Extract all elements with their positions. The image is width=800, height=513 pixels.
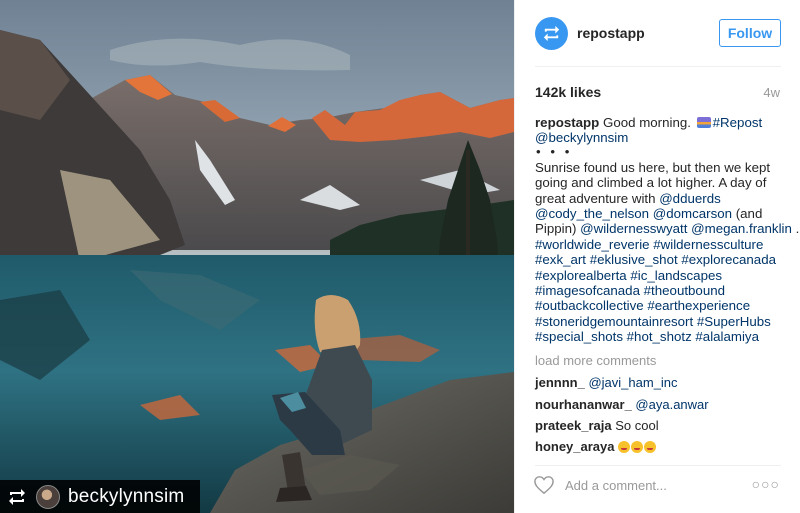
caption-text: . [791,221,800,237]
comment-item: honey_araya [535,439,657,454]
mention-link[interactable]: @megan.franklin [691,221,792,236]
caption-body: Sunrise found us here, but then we kept g… [535,160,799,345]
comment-item: prateek_raja So cool [535,418,659,433]
add-comment-input[interactable] [565,474,755,496]
comment-username[interactable]: jennnn_ [535,375,585,390]
hashtag-link[interactable]: #exk_art #eklusive_shot #explorecanada [535,252,776,267]
post-author-username[interactable]: repostapp [577,25,645,41]
caption-line: #stoneridgemountainresort #SuperHubs [535,314,785,329]
header-divider [535,66,781,67]
post-details-panel: repostapp Follow 142k likes 4w repostapp… [514,0,800,513]
repost-attribution-banner: beckylynnsim [0,480,200,513]
heart-outline-icon[interactable] [533,475,555,495]
hashtag-link[interactable]: #explorealberta #ic_landscapes [535,268,722,283]
caption-text: Pippin) [535,221,581,237]
comment-username[interactable]: prateek_raja [535,418,612,433]
hashtag-link[interactable]: #special_shots #hot_shotz #alalamiya [535,329,759,344]
caption-line: #explorealberta #ic_landscapes [535,268,785,283]
comment-username[interactable]: honey_araya [535,439,615,454]
caption-line: #worldwide_reverie #wildernessculture [535,237,785,252]
comment-mention[interactable]: @javi_ham_inc [588,375,677,390]
caption-separator-dots: • • • [536,143,573,159]
caption-line: Pippin) @wildernesswyatt @megan.franklin… [535,221,799,237]
likes-count[interactable]: 142k likes [535,84,601,100]
comment-item: nourhananwar_ @aya.anwar [535,397,709,412]
caption-line: @cody_the_nelson @domcarson (and [535,206,785,221]
caption-text: going and climbed a lot higher. A day of [535,175,767,191]
caption-line: great adventure with @dduerds [535,191,785,206]
hashtag-link[interactable]: #worldwide_reverie #wildernessculture [535,237,763,252]
footer-divider [535,465,781,466]
caption-text: Sunrise found us here, but then we kept [535,159,771,175]
ellipsis-icon[interactable]: ○○○ [752,476,780,492]
comment-item: jennnn_ @javi_ham_inc [535,375,678,390]
heart-eyes-emoji-icon [618,441,631,453]
caption-text: Good morning. [602,115,691,130]
mention-link[interactable]: @dduerds [659,191,721,206]
heart-eyes-emoji-icon [644,441,657,453]
lake-mountain-photo [0,0,514,513]
hashtag-link[interactable]: #outbackcollective #earthexperience [535,298,750,313]
mention-link[interactable]: @wildernesswyatt [580,221,687,236]
comment-username[interactable]: nourhananwar_ [535,397,632,412]
caption-line: #imagesofcanada #theoutbound [535,283,785,298]
comment-text: So cool [615,418,659,433]
caption-mention-line: @beckylynnsim [535,130,785,145]
sunrise-icon [696,117,711,128]
caption-author[interactable]: repostapp [535,115,599,130]
comment-emoji-group [618,439,657,454]
mention-link[interactable]: @cody_the_nelson [535,206,649,221]
follow-button[interactable]: Follow [719,19,781,47]
hashtag-link[interactable]: #imagesofcanada #theoutbound [535,283,725,298]
caption-line: #special_shots #hot_shotz #alalamiya [535,329,785,344]
caption-text: great adventure with [535,190,660,206]
caption-line: #outbackcollective #earthexperience [535,298,785,313]
caption-first-line: repostapp Good morning. #Repost [535,115,785,130]
caption-block: repostapp Good morning. #Repost @beckyly… [535,115,799,345]
avatar[interactable] [535,17,568,50]
post-header: repostapp Follow [515,0,800,66]
repost-icon [6,486,28,508]
caption-line: Sunrise found us here, but then we kept [535,160,785,175]
mention-link[interactable]: @domcarson [653,206,732,221]
caption-line: #exk_art #eklusive_shot #explorecanada [535,252,785,267]
caption-line: going and climbed a lot higher. A day of [535,175,785,190]
reposted-username: beckylynnsim [68,485,185,507]
hashtag-link[interactable]: #stoneridgemountainresort #SuperHubs [535,314,771,329]
repost-hashtag[interactable]: #Repost [713,115,763,130]
reposted-user-avatar [36,484,60,509]
heart-eyes-emoji-icon [631,441,644,453]
post-timestamp[interactable]: 4w [763,85,780,100]
comment-mention[interactable]: @aya.anwar [635,397,708,412]
caption-text: (and [732,206,763,222]
post-photo[interactable]: beckylynnsim [0,0,514,513]
load-more-comments-link[interactable]: load more comments [535,353,656,368]
repost-icon [543,25,560,42]
